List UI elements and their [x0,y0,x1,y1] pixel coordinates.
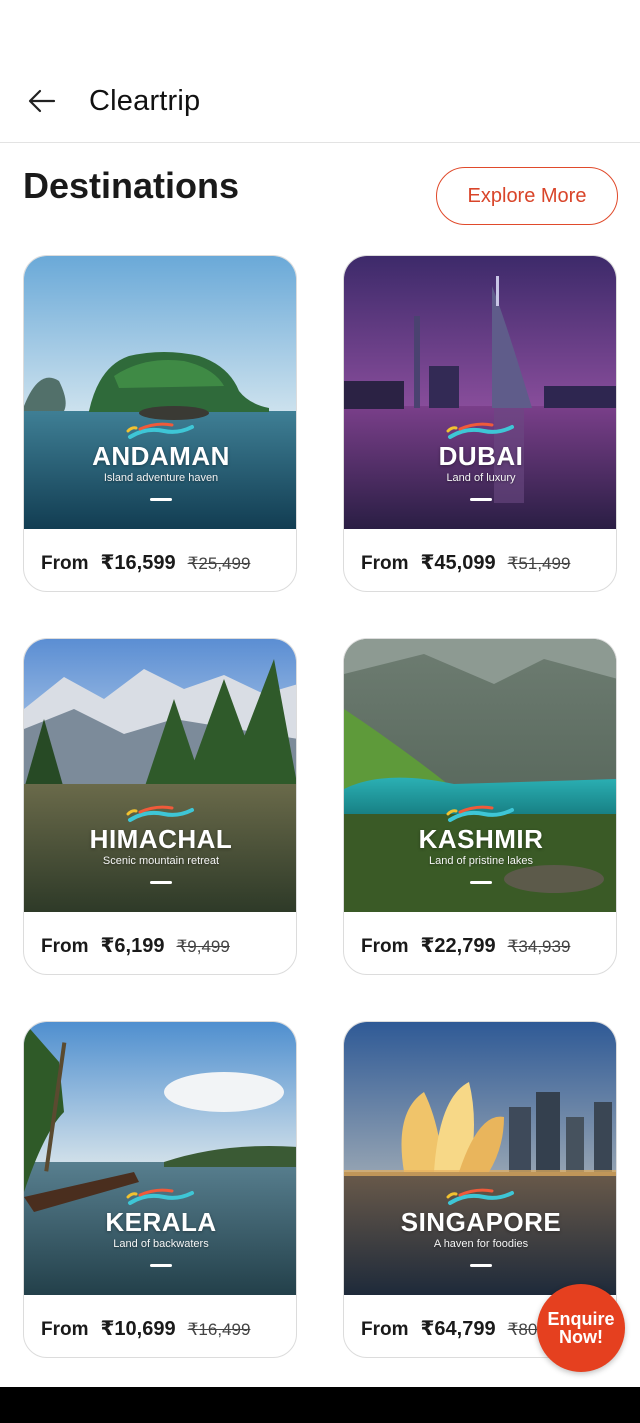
from-label: From [361,1319,409,1340]
destination-tagline: Island adventure haven [103,472,219,484]
destination-image: SINGAPORE A haven for foodies [344,1022,616,1295]
price-row: From ₹64,799 ₹80 [361,1316,537,1341]
destination-image: DUBAI Land of luxury [344,256,616,529]
price-row: From ₹16,599 ₹25,499 [41,550,250,575]
destination-name: KERALA [105,1207,217,1237]
destination-tagline: Scenic mountain retreat [102,855,220,867]
brand-swoosh-icon [126,1188,194,1205]
original-price: ₹16,499 [187,1320,251,1339]
destination-image: KERALA Land of backwaters [24,1022,296,1295]
current-price: ₹10,699 [100,1318,176,1340]
divider [150,498,172,501]
destination-name: HIMACHAL [89,824,233,854]
brand-swoosh-icon [446,1188,514,1205]
original-price: ₹51,499 [507,554,571,573]
brand-swoosh-icon [446,422,514,439]
destination-name: SINGAPORE [400,1207,562,1237]
destination-card-kerala[interactable]: KERALA Land of backwaters From ₹10,699 ₹… [23,1021,297,1358]
divider [470,881,492,884]
destination-tagline: Land of pristine lakes [429,855,533,867]
enquire-label-line2: Now! [558,1327,603,1347]
original-price: ₹34,939 [507,937,571,956]
original-price: ₹25,499 [187,554,251,573]
current-price: ₹64,799 [420,1318,496,1340]
section-header: Destinations Explore More [0,143,640,255]
price-row: From ₹6,199 ₹9,499 [41,933,230,958]
destination-tagline: Land of luxury [446,472,516,484]
current-price: ₹45,099 [420,552,496,574]
from-label: From [361,936,409,957]
destination-tagline: A haven for foodies [433,1238,529,1250]
destination-name: DUBAI [438,441,524,471]
enquire-now-button[interactable]: Enquire Now! [537,1284,625,1372]
app-header: Cleartrip [0,60,640,143]
price-row: From ₹45,099 ₹51,499 [361,550,570,575]
destination-card-kashmir[interactable]: KASHMIR Land of pristine lakes From ₹22,… [343,638,617,975]
destination-name: KASHMIR [418,824,544,854]
destination-card-himachal[interactable]: HIMACHAL Scenic mountain retreat From ₹6… [23,638,297,975]
destination-name: ANDAMAN [92,441,230,471]
destination-tagline: Land of backwaters [113,1238,209,1250]
enquire-label-line1: Enquire [547,1309,615,1329]
from-label: From [41,936,89,957]
explore-more-button[interactable]: Explore More [436,167,618,225]
current-price: ₹22,799 [420,935,496,957]
destination-image: ANDAMAN Island adventure haven [24,256,296,529]
from-label: From [41,553,89,574]
current-price: ₹16,599 [100,552,176,574]
back-button[interactable] [26,85,58,117]
divider [150,1264,172,1267]
divider [470,498,492,501]
price-row: From ₹10,699 ₹16,499 [41,1316,250,1341]
divider [470,1264,492,1267]
status-bar-space [0,0,640,60]
destination-card-dubai[interactable]: DUBAI Land of luxury From ₹45,099 ₹51,49… [343,255,617,592]
from-label: From [41,1319,89,1340]
app-title: Cleartrip [89,84,201,117]
section-title: Destinations [23,165,240,206]
original-price: ₹80 [507,1320,538,1339]
brand-swoosh-icon [126,805,194,822]
original-price: ₹9,499 [176,937,230,956]
destination-card-andaman[interactable]: ANDAMAN Island adventure haven From ₹16,… [23,255,297,592]
arrow-left-icon [28,89,56,113]
enquire-label: Enquire Now! [547,1310,614,1346]
system-nav-bar [0,1387,640,1423]
destination-image: HIMACHAL Scenic mountain retreat [24,639,296,912]
brand-swoosh-icon [126,422,194,439]
from-label: From [361,553,409,574]
price-row: From ₹22,799 ₹34,939 [361,933,570,958]
divider [150,881,172,884]
destination-image: KASHMIR Land of pristine lakes [344,639,616,912]
brand-swoosh-icon [446,805,514,822]
current-price: ₹6,199 [100,935,165,957]
